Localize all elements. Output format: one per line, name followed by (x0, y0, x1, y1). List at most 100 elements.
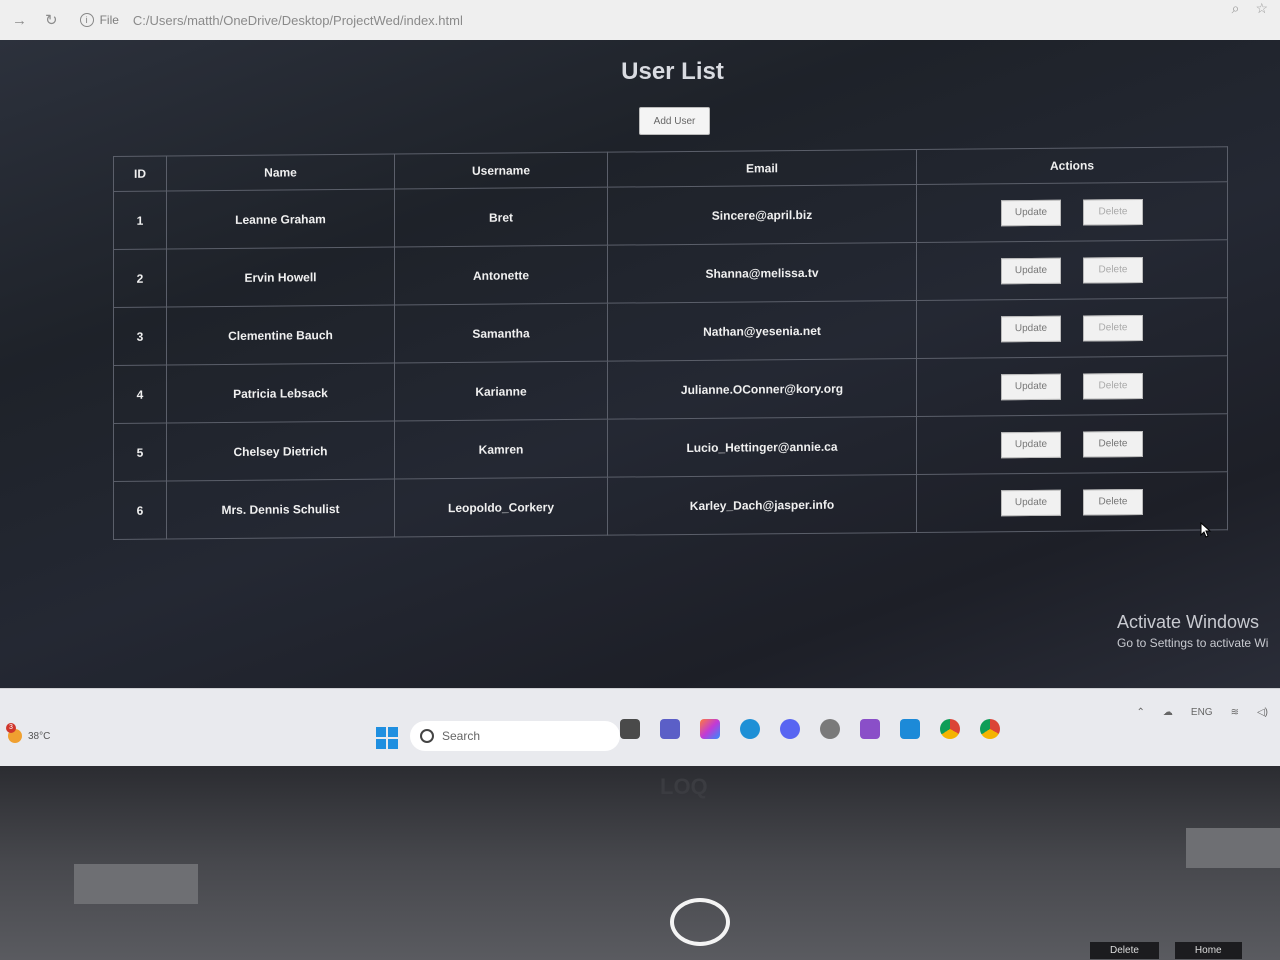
task-view-icon[interactable] (620, 719, 640, 739)
home-key: Home (1174, 942, 1242, 959)
header-email: Email (607, 149, 917, 188)
info-icon: i (79, 13, 94, 27)
cell-email: Nathan@yesenia.net (607, 300, 917, 362)
page-title: User List (621, 58, 724, 85)
browser-nav: → ↻ (12, 11, 58, 30)
weather-widget[interactable]: 3 38°C (6, 723, 51, 743)
delete-button[interactable]: Delete (1083, 488, 1143, 516)
cell-name: Chelsey Dietrich (166, 421, 395, 482)
header-actions: Actions (916, 146, 1228, 185)
light-reflection-ring (670, 898, 730, 946)
edge-icon[interactable] (740, 719, 760, 739)
update-button[interactable]: Update (1001, 257, 1061, 284)
cell-name: Mrs. Dennis Schulist (166, 479, 395, 540)
visual-studio-icon[interactable] (860, 719, 880, 739)
cell-id: 2 (113, 249, 167, 308)
cell-actions: Update Delete (916, 239, 1228, 301)
delete-button[interactable]: Delete (1083, 198, 1143, 226)
update-button[interactable]: Update (1001, 489, 1061, 516)
site-info[interactable]: i File (79, 13, 119, 27)
cell-name: Ervin Howell (166, 247, 395, 308)
right-hinge (1186, 828, 1280, 868)
mouse-cursor-icon (1200, 522, 1212, 538)
delete-button[interactable]: Delete (1083, 256, 1143, 284)
table-row: 2 Ervin Howell Antonette Shanna@melissa.… (113, 239, 1228, 308)
teams-icon[interactable] (660, 719, 680, 739)
table-row: 4 Patricia Lebsack Karianne Julianne.OCo… (113, 355, 1228, 424)
table-row: 6 Mrs. Dennis Schulist Leopoldo_Corkery … (113, 471, 1228, 540)
watermark-subtitle: Go to Settings to activate Wi (1117, 636, 1269, 650)
delete-button[interactable]: Delete (1083, 430, 1143, 458)
cell-email: Shanna@melissa.tv (607, 242, 917, 304)
cell-email: Sincere@april.biz (607, 184, 917, 246)
cell-actions: Update Delete (916, 355, 1228, 417)
chrome-icon[interactable] (940, 719, 960, 739)
reload-icon[interactable]: ↻ (45, 11, 58, 29)
cell-actions: Update Delete (916, 181, 1228, 243)
temperature-label: 38°C (28, 730, 51, 742)
left-hinge (74, 864, 198, 904)
cell-email: Karley_Dach@jasper.info (607, 474, 917, 536)
browser-toolbar: → ↻ i File C:/Users/matth/OneDrive/Deskt… (0, 0, 1280, 41)
wifi-icon[interactable]: ≋ (1231, 707, 1239, 718)
cell-id: 1 (113, 191, 167, 250)
cloud-icon[interactable]: ☁ (1163, 707, 1173, 718)
activate-windows-watermark: Activate Windows Go to Settings to activ… (1117, 612, 1268, 650)
keyboard-keys: Delete Home (1090, 942, 1242, 959)
update-button[interactable]: Update (1001, 199, 1061, 226)
forward-icon[interactable]: → (12, 12, 27, 29)
discord-icon[interactable] (780, 719, 800, 739)
cell-email: Julianne.OConner@kory.org (607, 358, 917, 420)
windows-start-icon[interactable] (376, 727, 398, 749)
windows-taskbar: 3 38°C Search ⌃ ☁ ENG ≋ ◁) (0, 688, 1280, 767)
cell-email: Lucio_Hettinger@annie.ca (607, 416, 917, 478)
cell-name: Clementine Bauch (166, 305, 395, 366)
weather-sun-icon: 3 (6, 723, 22, 743)
zoom-icon[interactable]: ⌕ (1232, 0, 1240, 17)
cell-actions: Update Delete (916, 413, 1228, 475)
user-table: ID Name Username Email Actions 1 Leanne … (113, 146, 1228, 540)
laptop-brand-logo: LOQ (660, 774, 708, 799)
chevron-up-icon[interactable]: ⌃ (1137, 707, 1145, 718)
chatgpt-icon[interactable] (820, 719, 840, 739)
update-button[interactable]: Update (1001, 431, 1061, 458)
search-placeholder: Search (442, 729, 481, 743)
table-row: 3 Clementine Bauch Samantha Nathan@yesen… (113, 297, 1228, 366)
watermark-title: Activate Windows (1117, 612, 1260, 632)
cell-username: Antonette (394, 245, 608, 306)
cell-name: Leanne Graham (166, 189, 395, 250)
update-button[interactable]: Update (1001, 373, 1061, 400)
cell-actions: Update Delete (916, 471, 1228, 533)
address-bar[interactable]: C:/Users/matth/OneDrive/Desktop/ProjectW… (133, 13, 463, 28)
vscode-icon[interactable] (900, 719, 920, 739)
header-name: Name (166, 154, 395, 192)
update-button[interactable]: Update (1001, 315, 1061, 342)
delete-button[interactable]: Delete (1083, 372, 1143, 400)
chrome-profile-icon[interactable] (980, 719, 1000, 739)
browser-actions: ⌕ ☆ (1232, 0, 1268, 17)
delete-button[interactable]: Delete (1083, 314, 1143, 342)
cell-username: Samantha (394, 303, 608, 364)
table-row: 1 Leanne Graham Bret Sincere@april.biz U… (113, 181, 1228, 250)
table-row: 5 Chelsey Dietrich Kamren Lucio_Hettinge… (113, 413, 1228, 482)
system-tray: ⌃ ☁ ENG ≋ ◁) (1137, 707, 1268, 718)
copilot-icon[interactable] (700, 719, 720, 739)
cell-actions: Update Delete (916, 297, 1228, 359)
cell-username: Karianne (394, 361, 608, 422)
scheme-label: File (99, 13, 119, 27)
cell-username: Leopoldo_Corkery (394, 477, 608, 538)
header-id: ID (113, 156, 167, 192)
language-indicator[interactable]: ENG (1191, 707, 1213, 718)
cell-id: 6 (113, 481, 167, 540)
add-user-button[interactable]: Add User (639, 107, 710, 135)
cell-username: Kamren (394, 419, 608, 480)
cell-username: Bret (394, 187, 608, 248)
laptop-body: LOQ Delete Home (0, 766, 1280, 960)
cell-name: Patricia Lebsack (166, 363, 395, 424)
cell-id: 5 (113, 423, 167, 482)
cell-id: 3 (113, 307, 167, 366)
notification-badge: 3 (6, 723, 16, 733)
volume-icon[interactable]: ◁) (1257, 707, 1268, 718)
bookmark-star-icon[interactable]: ☆ (1255, 0, 1268, 17)
taskbar-search[interactable]: Search (410, 721, 620, 751)
